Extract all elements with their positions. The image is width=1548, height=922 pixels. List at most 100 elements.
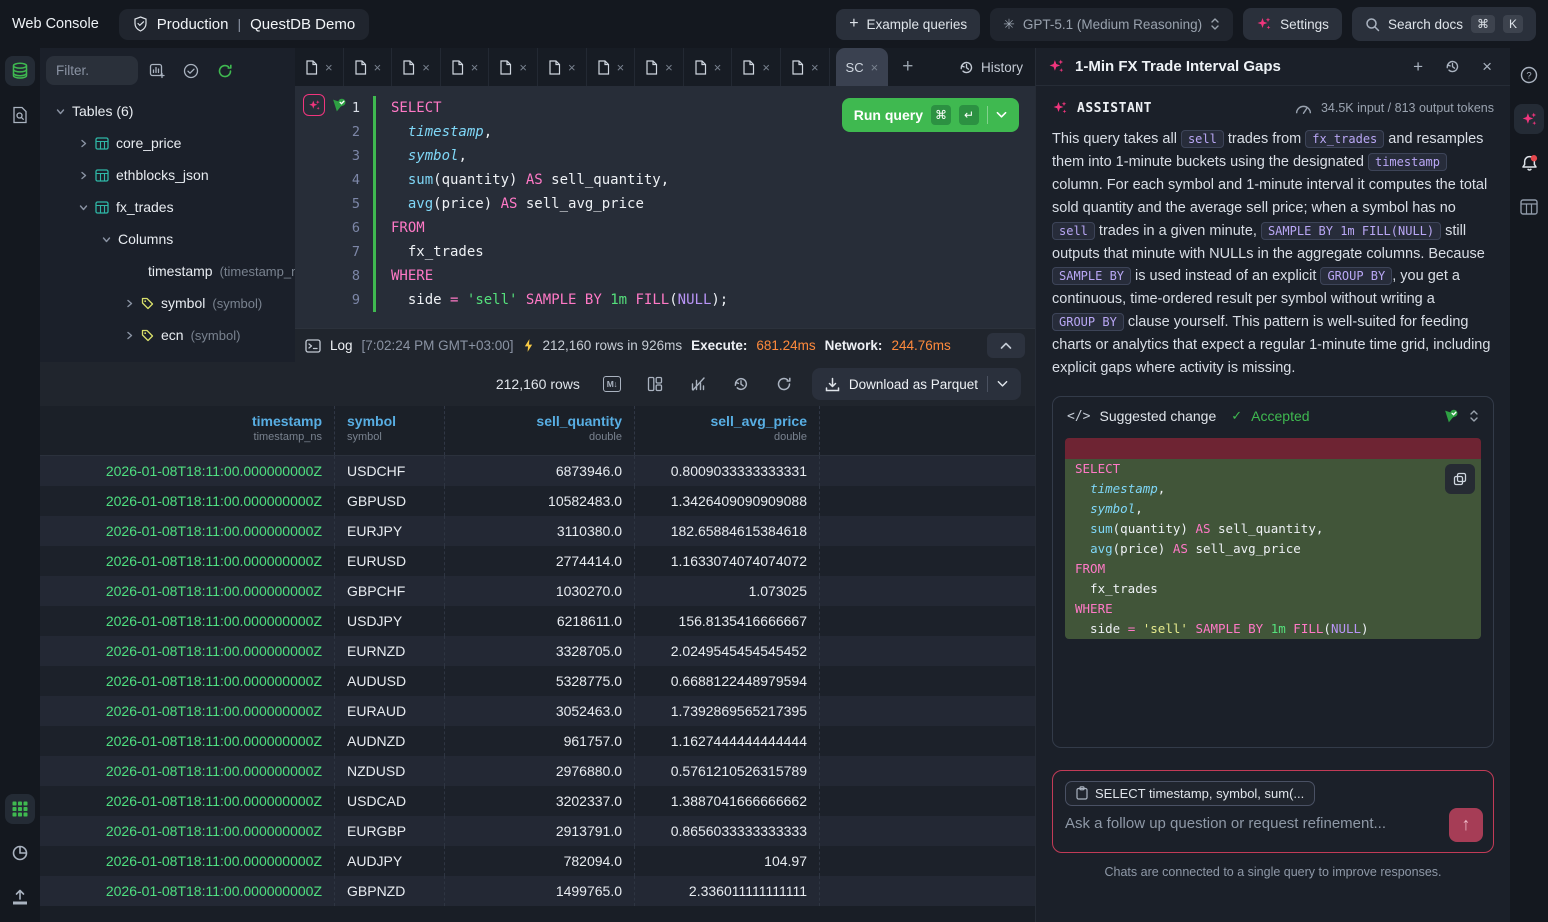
close-tab-icon[interactable]: × (871, 60, 879, 75)
table-row[interactable]: 2026-01-08T18:11:00.000000000ZEURJPY3110… (40, 516, 1035, 546)
close-tab-icon[interactable]: × (762, 60, 770, 75)
table-row[interactable]: 2026-01-08T18:11:00.000000000ZGBPUSD1058… (40, 486, 1035, 516)
tree-item[interactable]: 123trade_id(uuid) (46, 351, 295, 362)
chat-input[interactable]: SELECT timestamp, symbol, sum(... Ask a … (1052, 770, 1494, 853)
table-row[interactable]: 2026-01-08T18:11:00.000000000ZUSDCHF6873… (40, 456, 1035, 486)
refresh-schema-button[interactable] (210, 57, 240, 85)
inline-code: SAMPLE BY 1m FILL(NULL) (1261, 222, 1441, 240)
column-header[interactable]: symbolsymbol (335, 406, 445, 455)
select-all-button[interactable] (176, 57, 206, 85)
table-row[interactable]: 2026-01-08T18:11:00.000000000ZAUDJPY7820… (40, 846, 1035, 876)
sell-avg-price-cell: 156.8135416666667 (635, 606, 820, 636)
close-tab-icon[interactable]: × (519, 60, 527, 75)
file-icon (694, 60, 707, 75)
notifications-button[interactable] (1514, 148, 1544, 178)
results-grid-button[interactable] (5, 794, 35, 824)
close-tab-icon[interactable]: × (325, 60, 333, 75)
table-row[interactable]: 2026-01-08T18:11:00.000000000ZAUDNZD9617… (40, 726, 1035, 756)
run-query-button[interactable]: Run query ⌘ ↵ (842, 98, 1019, 132)
table-row[interactable]: 2026-01-08T18:11:00.000000000ZEURUSD2774… (40, 546, 1035, 576)
copy-button[interactable] (1445, 464, 1475, 494)
close-tab-icon[interactable]: × (665, 60, 673, 75)
download-options-chevron-icon[interactable] (997, 380, 1008, 388)
column-header[interactable]: timestamptimestamp_ns (40, 406, 335, 455)
table-row[interactable]: 2026-01-08T18:11:00.000000000ZGBPNZD1499… (40, 876, 1035, 906)
table-row[interactable]: 2026-01-08T18:11:00.000000000ZUSDCAD3202… (40, 786, 1035, 816)
tree-item[interactable]: symbol(symbol) (46, 287, 295, 319)
tree-item[interactable]: ecn(symbol) (46, 319, 295, 351)
example-queries-button[interactable]: + Example queries (836, 9, 980, 40)
editor-tab[interactable]: × (295, 48, 344, 86)
add-metrics-button[interactable] (142, 57, 172, 85)
expand-collapse-icon[interactable] (1469, 409, 1479, 423)
tree-item[interactable]: fx_trades (46, 191, 295, 223)
run-options-chevron-icon[interactable] (996, 111, 1007, 119)
toggle-chart-button[interactable] (683, 370, 713, 398)
schema-nav-button[interactable] (5, 56, 35, 86)
chat-history-button[interactable] (1439, 59, 1466, 74)
sell-quantity-cell: 961757.0 (445, 726, 635, 756)
tree-item[interactable]: timestamp(timestamp_ns) (46, 255, 295, 287)
close-tab-icon[interactable]: × (811, 60, 819, 75)
table-row[interactable]: 2026-01-08T18:11:00.000000000ZAUDUSD5328… (40, 666, 1035, 696)
download-parquet-button[interactable]: Download as Parquet (812, 368, 1021, 400)
file-explorer-button[interactable] (5, 100, 35, 130)
tree-item[interactable]: Columns (46, 223, 295, 255)
close-tab-icon[interactable]: × (714, 60, 722, 75)
editor-tab[interactable]: × (684, 48, 733, 86)
column-header[interactable]: sell_quantitydouble (445, 406, 635, 455)
help-button[interactable]: ? (1514, 60, 1544, 90)
editor-tab[interactable]: × (538, 48, 587, 86)
table-row[interactable]: 2026-01-08T18:11:00.000000000ZUSDJPY6218… (40, 606, 1035, 636)
close-tab-icon[interactable]: × (374, 60, 382, 75)
file-icon (499, 60, 512, 75)
example-queries-label: Example queries (867, 17, 968, 32)
search-docs-button[interactable]: Search docs ⌘ K (1352, 7, 1536, 41)
editor-tab-active[interactable]: SC× (836, 48, 889, 86)
tree-item[interactable]: Tables (6) (46, 95, 295, 127)
instance-badge[interactable]: Production | QuestDB Demo (119, 9, 369, 40)
query-history-button[interactable] (726, 370, 756, 398)
close-chat-button[interactable]: × (1476, 57, 1498, 77)
sql-editor[interactable]: 1SELECT2 timestamp,3 symbol,4 sum(quanti… (295, 86, 1035, 328)
results-table[interactable]: timestamptimestamp_nssymbolsymbolsell_qu… (40, 406, 1035, 922)
close-tab-icon[interactable]: × (568, 60, 576, 75)
editor-tab[interactable]: × (441, 48, 490, 86)
table-row[interactable]: 2026-01-08T18:11:00.000000000ZNZDUSD2976… (40, 756, 1035, 786)
new-chat-button[interactable]: + (1407, 57, 1429, 77)
send-button[interactable]: ↑ (1449, 808, 1483, 842)
editor-tab[interactable]: × (344, 48, 393, 86)
editor-tab[interactable]: × (392, 48, 441, 86)
close-tab-icon[interactable]: × (422, 60, 430, 75)
import-button[interactable] (5, 882, 35, 912)
table-row[interactable]: 2026-01-08T18:11:00.000000000ZEURNZD3328… (40, 636, 1035, 666)
close-tab-icon[interactable]: × (471, 60, 479, 75)
chart-view-button[interactable] (5, 838, 35, 868)
editor-tab[interactable]: × (635, 48, 684, 86)
table-row[interactable]: 2026-01-08T18:11:00.000000000ZEURGBP2913… (40, 816, 1035, 846)
model-select[interactable]: ✳ GPT-5.1 (Medium Reasoning) (990, 8, 1233, 41)
ai-chat-rail-button[interactable] (1514, 104, 1544, 134)
table-row[interactable]: 2026-01-08T18:11:00.000000000ZEURAUD3052… (40, 696, 1035, 726)
editor-tab[interactable]: × (732, 48, 781, 86)
table-panel-button[interactable] (1514, 192, 1544, 222)
collapse-log-button[interactable] (987, 333, 1025, 358)
ai-assist-button[interactable] (303, 94, 325, 116)
markdown-export-button[interactable]: M↓ (597, 370, 627, 398)
filter-input[interactable]: Filter. (46, 56, 138, 85)
tree-item[interactable]: core_price (46, 127, 295, 159)
tree-item[interactable]: ethblocks_json (46, 159, 295, 191)
refresh-results-button[interactable] (769, 370, 799, 398)
history-button[interactable]: History (959, 60, 1023, 75)
editor-tab[interactable]: × (781, 48, 830, 86)
editor-tab[interactable]: × (587, 48, 636, 86)
shield-check-icon (133, 16, 148, 32)
new-tab-button[interactable]: + (888, 56, 927, 78)
toggle-columns-button[interactable] (640, 370, 670, 398)
settings-button[interactable]: Settings (1243, 8, 1342, 40)
column-header[interactable]: sell_avg_pricedouble (635, 406, 820, 455)
query-context-chip[interactable]: SELECT timestamp, symbol, sum(... (1065, 781, 1315, 806)
close-tab-icon[interactable]: × (617, 60, 625, 75)
table-row[interactable]: 2026-01-08T18:11:00.000000000ZGBPCHF1030… (40, 576, 1035, 606)
editor-tab[interactable]: × (489, 48, 538, 86)
